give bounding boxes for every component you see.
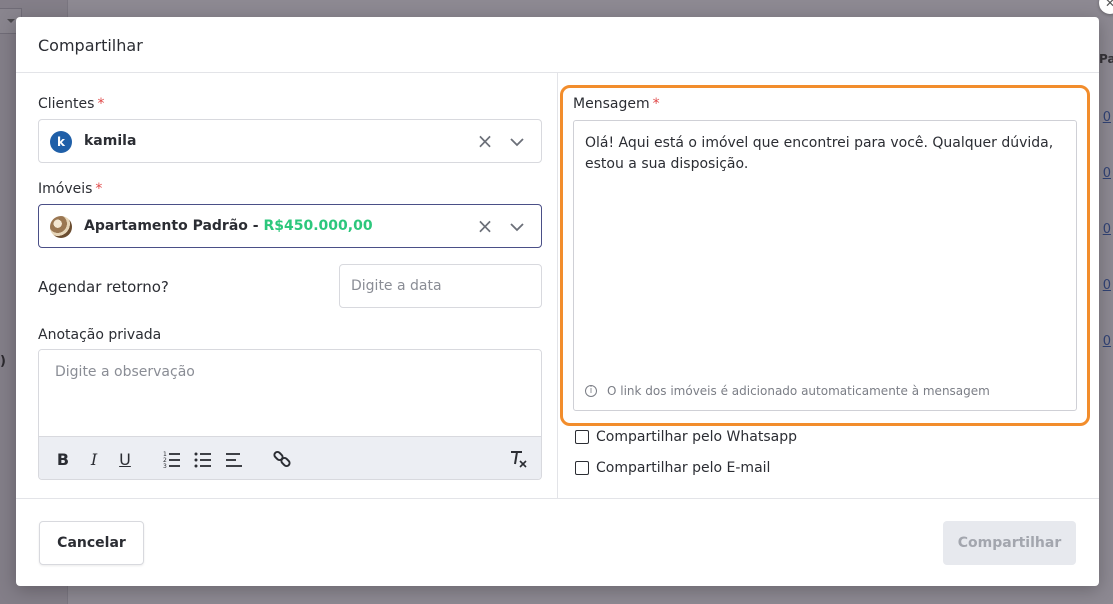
client-avatar: k: [50, 131, 72, 153]
chevron-down-icon[interactable]: [507, 132, 527, 152]
ordered-list-icon[interactable]: 1 2 3: [161, 448, 183, 470]
clientes-select[interactable]: k kamila ×: [38, 119, 542, 163]
bold-icon[interactable]: B: [52, 448, 74, 470]
message-info: i O link dos imóveis é adicionado automa…: [585, 384, 990, 398]
message-info-text: O link dos imóveis é adicionado automati…: [607, 384, 990, 398]
editor-toolbar: B I U 1 2 3: [39, 436, 541, 479]
chevron-down-icon[interactable]: [507, 217, 527, 237]
imoveis-label-text: Imóveis: [38, 181, 93, 197]
mensagem-label-text: Mensagem: [573, 96, 650, 112]
share-whatsapp-checkbox[interactable]: Compartilhar pelo Whatsapp: [575, 429, 797, 445]
modal-title: Compartilhar: [38, 36, 143, 55]
share-button[interactable]: Compartilhar: [943, 521, 1076, 565]
info-icon: i: [585, 385, 597, 397]
message-text[interactable]: Olá! Aqui está o imóvel que encontrei pa…: [585, 133, 1069, 175]
clientes-label-text: Clientes: [38, 96, 95, 112]
cancel-button[interactable]: Cancelar: [39, 521, 144, 565]
share-email-checkbox[interactable]: Compartilhar pelo E-mail: [575, 460, 770, 476]
property-price: R$450.000,00: [263, 218, 373, 234]
clear-icon[interactable]: ×: [475, 131, 495, 151]
clientes-value: kamila: [84, 133, 137, 149]
imoveis-select[interactable]: Apartamento Padrão - R$450.000,00 ×: [38, 204, 542, 248]
svg-text:3: 3: [163, 463, 167, 470]
imoveis-label: Imóveis *: [38, 181, 102, 197]
property-thumbnail: [50, 216, 72, 238]
property-name: Apartamento Padrão -: [84, 218, 264, 234]
link-icon[interactable]: [271, 448, 293, 470]
checkbox-label[interactable]: Compartilhar pelo E-mail: [596, 460, 770, 476]
agendar-label: Agendar retorno?: [38, 278, 169, 296]
modal-footer: Cancelar Compartilhar: [16, 498, 1099, 586]
mensagem-label: Mensagem *: [573, 96, 660, 112]
imoveis-value: Apartamento Padrão - R$450.000,00: [84, 218, 373, 234]
clientes-label: Clientes *: [38, 96, 104, 112]
share-modal: Compartilhar Clientes * k kamila × Imóvei…: [16, 17, 1099, 586]
checkbox-label[interactable]: Compartilhar pelo Whatsapp: [596, 429, 797, 445]
form-left-column: Clientes * k kamila × Imóveis * Apartament…: [16, 73, 558, 498]
date-input[interactable]: [339, 264, 542, 308]
private-note-editor: B I U 1 2 3: [38, 349, 542, 480]
message-textarea[interactable]: Olá! Aqui está o imóvel que encontrei pa…: [573, 120, 1077, 411]
form-right-column: Mensagem * Olá! Aqui está o imóvel que en…: [558, 73, 1099, 498]
required-mark: *: [652, 96, 660, 112]
bullet-list-icon[interactable]: [192, 448, 214, 470]
anotacao-label: Anotação privada: [38, 327, 162, 343]
required-mark: *: [95, 181, 103, 197]
checkbox-box[interactable]: [575, 461, 589, 475]
modal-header: Compartilhar: [16, 17, 1099, 73]
italic-icon[interactable]: I: [83, 448, 105, 470]
align-left-icon[interactable]: [223, 448, 245, 470]
clear-icon[interactable]: ×: [475, 216, 495, 236]
modal-body: Clientes * k kamila × Imóveis * Apartament…: [16, 73, 1099, 498]
clear-format-icon[interactable]: [507, 448, 529, 470]
underline-icon[interactable]: U: [114, 448, 136, 470]
private-note-input[interactable]: [39, 350, 541, 436]
required-mark: *: [97, 96, 105, 112]
checkbox-box[interactable]: [575, 430, 589, 444]
